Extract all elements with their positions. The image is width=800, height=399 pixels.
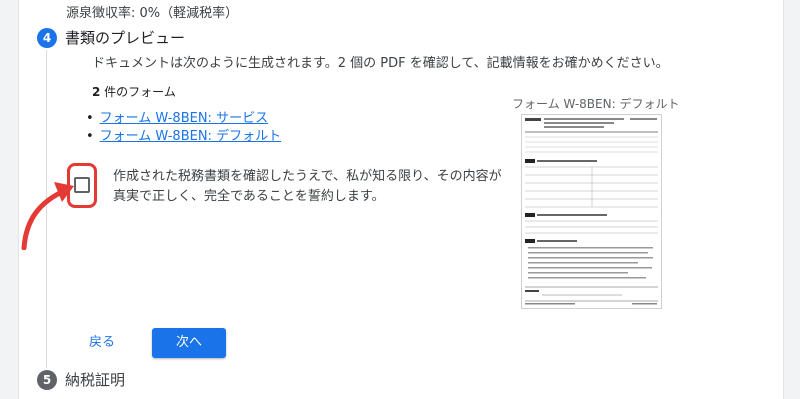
- step-5-title: 納税証明: [65, 371, 126, 389]
- forms-count: 2 件のフォーム: [92, 83, 176, 100]
- certification-text: 作成された税務書類を確認したうえで、私が知る限り、その内容が真実で正しく、完全で…: [113, 169, 502, 204]
- step-5-indicator: 5: [37, 370, 57, 390]
- step-4-indicator: 4: [37, 28, 57, 48]
- list-item: フォーム W-8BEN: サービス: [86, 110, 281, 128]
- next-button[interactable]: 次へ: [152, 328, 226, 358]
- document-preview-image: [522, 115, 661, 308]
- form-link-default[interactable]: フォーム W-8BEN: デフォルト: [100, 129, 281, 144]
- back-button[interactable]: 戻る: [80, 332, 124, 354]
- preview-label: フォーム W-8BEN: デフォルト: [512, 97, 680, 111]
- step-4-title: 書類のプレビュー: [65, 29, 186, 47]
- list-item: フォーム W-8BEN: デフォルト: [86, 128, 281, 146]
- preview-description: ドキュメントは次のように生成されます。2 個の PDF を確認して、記載情報をお…: [92, 56, 669, 71]
- w8ben-preview-thumbnail[interactable]: [521, 114, 662, 309]
- forms-count-suffix: 件のフォーム: [100, 85, 176, 99]
- certify-checkbox[interactable]: [74, 177, 90, 193]
- form-list: フォーム W-8BEN: サービス フォーム W-8BEN: デフォルト: [86, 110, 281, 146]
- withholding-rate: 源泉徴収率: 0%（軽減税率）: [66, 6, 239, 21]
- form-link-services[interactable]: フォーム W-8BEN: サービス: [100, 111, 268, 126]
